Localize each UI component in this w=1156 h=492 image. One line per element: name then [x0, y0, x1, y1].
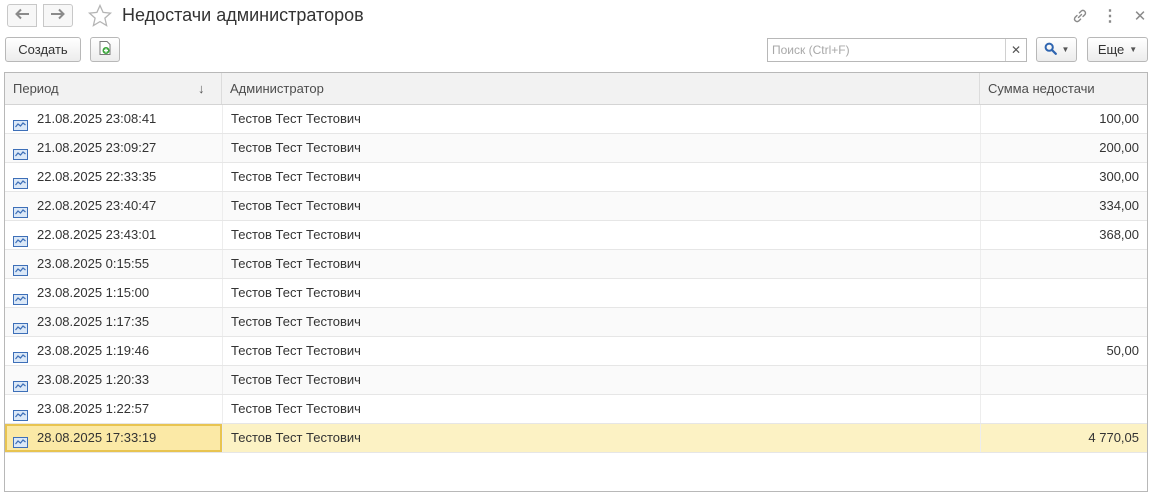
back-button[interactable]: [7, 4, 37, 27]
cell-period-text: 22.08.2025 23:40:47: [37, 198, 157, 213]
table-row[interactable]: 21.08.2025 23:08:41 Тестов Тест Тестович 1…: [5, 105, 1147, 134]
cell-sum[interactable]: [980, 366, 1147, 394]
cell-admin[interactable]: Тестов Тест Тестович: [222, 279, 980, 307]
save-document-icon: [97, 40, 113, 59]
table-row[interactable]: 21.08.2025 23:09:27 Тестов Тест Тестович 2…: [5, 134, 1147, 163]
close-icon[interactable]: ✕: [1130, 6, 1150, 26]
cell-period-text: 21.08.2025 23:08:41: [37, 111, 157, 126]
cell-period-text: 23.08.2025 1:19:46: [37, 343, 150, 358]
cell-admin[interactable]: Тестов Тест Тестович: [222, 134, 980, 162]
cell-admin[interactable]: Тестов Тест Тестович: [222, 395, 980, 423]
clear-search-button[interactable]: ✕: [1005, 39, 1026, 61]
cell-admin[interactable]: Тестов Тест Тестович: [222, 337, 980, 365]
cell-period-text: 23.08.2025 1:22:57: [37, 401, 150, 416]
cell-sum[interactable]: 100,00: [980, 105, 1147, 133]
link-icon[interactable]: [1070, 6, 1090, 26]
table-body: 21.08.2025 23:08:41 Тестов Тест Тестович 1…: [5, 105, 1147, 453]
table-row[interactable]: 23.08.2025 1:22:57 Тестов Тест Тестович: [5, 395, 1147, 424]
cell-period-text: 21.08.2025 23:09:27: [37, 140, 157, 155]
cell-sum[interactable]: 334,00: [980, 192, 1147, 220]
cell-period-text: 23.08.2025 0:15:55: [37, 256, 150, 271]
more-vertical-icon[interactable]: ⋮: [1100, 6, 1120, 26]
cell-admin[interactable]: Тестов Тест Тестович: [222, 192, 980, 220]
cell-sum[interactable]: 368,00: [980, 221, 1147, 249]
cell-sum[interactable]: 300,00: [980, 163, 1147, 191]
arrow-left-icon: [14, 7, 30, 25]
save-document-button[interactable]: [90, 37, 120, 62]
cell-admin[interactable]: Тестов Тест Тестович: [222, 221, 980, 249]
cell-admin[interactable]: Тестов Тест Тестович: [222, 424, 980, 452]
search-placeholder: Поиск (Ctrl+F): [772, 43, 850, 57]
table-row[interactable]: 22.08.2025 23:43:01 Тестов Тест Тестович 3…: [5, 221, 1147, 250]
register-record-icon: [13, 432, 28, 456]
cell-sum[interactable]: 4 770,05: [980, 424, 1147, 452]
star-icon[interactable]: [87, 3, 113, 34]
cell-sum[interactable]: [980, 308, 1147, 336]
table-row[interactable]: 23.08.2025 1:20:33 Тестов Тест Тестович: [5, 366, 1147, 395]
cell-period-text: 22.08.2025 23:43:01: [37, 227, 157, 242]
register-table: Период ↓ Администратор Сумма недостачи 2…: [4, 72, 1148, 492]
cell-sum[interactable]: [980, 279, 1147, 307]
cell-period[interactable]: 22.08.2025 23:40:47: [5, 192, 222, 220]
cell-period-text: 28.08.2025 17:33:19: [37, 430, 157, 445]
table-row[interactable]: 28.08.2025 17:33:19 Тестов Тест Тестович 4…: [5, 424, 1147, 453]
page-title: Недостачи администраторов: [122, 5, 364, 25]
cell-admin[interactable]: Тестов Тест Тестович: [222, 163, 980, 191]
cell-period[interactable]: 28.08.2025 17:33:19: [5, 424, 222, 452]
chevron-down-icon: ▼: [1129, 45, 1138, 54]
cell-period-text: 22.08.2025 22:33:35: [37, 169, 157, 184]
cell-sum[interactable]: [980, 395, 1147, 423]
table-row[interactable]: 22.08.2025 23:40:47 Тестов Тест Тестович 3…: [5, 192, 1147, 221]
title-bar: Недостачи администраторов ⋮ ✕: [0, 0, 1156, 34]
table-row[interactable]: 23.08.2025 1:15:00 Тестов Тест Тестович: [5, 279, 1147, 308]
search-input[interactable]: Поиск (Ctrl+F) ✕: [767, 38, 1027, 62]
column-header-admin[interactable]: Администратор: [222, 73, 980, 104]
cell-period[interactable]: 23.08.2025 1:19:46: [5, 337, 222, 365]
cell-period[interactable]: 22.08.2025 23:43:01: [5, 221, 222, 249]
table-row[interactable]: 23.08.2025 0:15:55 Тестов Тест Тестович: [5, 250, 1147, 279]
chevron-down-icon: ▼: [1061, 45, 1070, 54]
column-header-period[interactable]: Период ↓: [5, 73, 222, 104]
column-header-sum[interactable]: Сумма недостачи: [980, 73, 1147, 104]
create-button[interactable]: Создать: [5, 37, 81, 62]
sort-descending-icon: ↓: [198, 81, 205, 96]
table-header: Период ↓ Администратор Сумма недостачи: [5, 73, 1147, 105]
cell-period-text: 23.08.2025 1:15:00: [37, 285, 150, 300]
table-row[interactable]: 22.08.2025 22:33:35 Тестов Тест Тестович 3…: [5, 163, 1147, 192]
search-options-button[interactable]: ▼: [1036, 37, 1077, 62]
cell-period[interactable]: 21.08.2025 23:08:41: [5, 105, 222, 133]
cell-sum[interactable]: [980, 250, 1147, 278]
cell-period-text: 23.08.2025 1:17:35: [37, 314, 150, 329]
more-button-label: Еще: [1097, 42, 1125, 57]
table-row[interactable]: 23.08.2025 1:19:46 Тестов Тест Тестович 50…: [5, 337, 1147, 366]
cell-period[interactable]: 23.08.2025 1:17:35: [5, 308, 222, 336]
table-row[interactable]: 23.08.2025 1:17:35 Тестов Тест Тестович: [5, 308, 1147, 337]
search-icon: [1044, 42, 1057, 58]
cell-period[interactable]: 22.08.2025 22:33:35: [5, 163, 222, 191]
cell-period[interactable]: 23.08.2025 0:15:55: [5, 250, 222, 278]
more-button[interactable]: Еще ▼: [1087, 37, 1148, 62]
cell-sum[interactable]: 200,00: [980, 134, 1147, 162]
cell-sum[interactable]: 50,00: [980, 337, 1147, 365]
cell-period[interactable]: 21.08.2025 23:09:27: [5, 134, 222, 162]
close-icon: ✕: [1010, 43, 1022, 57]
cell-admin[interactable]: Тестов Тест Тестович: [222, 366, 980, 394]
column-header-period-label: Период: [13, 81, 59, 96]
cell-period-text: 23.08.2025 1:20:33: [37, 372, 150, 387]
command-bar: Создать Поиск (Ctrl+F) ✕ ▼ Еще ▼: [0, 36, 1156, 66]
arrow-right-icon: [50, 7, 66, 25]
forward-button[interactable]: [43, 4, 73, 27]
cell-admin[interactable]: Тестов Тест Тестович: [222, 105, 980, 133]
cell-period[interactable]: 23.08.2025 1:20:33: [5, 366, 222, 394]
cell-period[interactable]: 23.08.2025 1:22:57: [5, 395, 222, 423]
cell-admin[interactable]: Тестов Тест Тестович: [222, 250, 980, 278]
cell-admin[interactable]: Тестов Тест Тестович: [222, 308, 980, 336]
cell-period[interactable]: 23.08.2025 1:15:00: [5, 279, 222, 307]
